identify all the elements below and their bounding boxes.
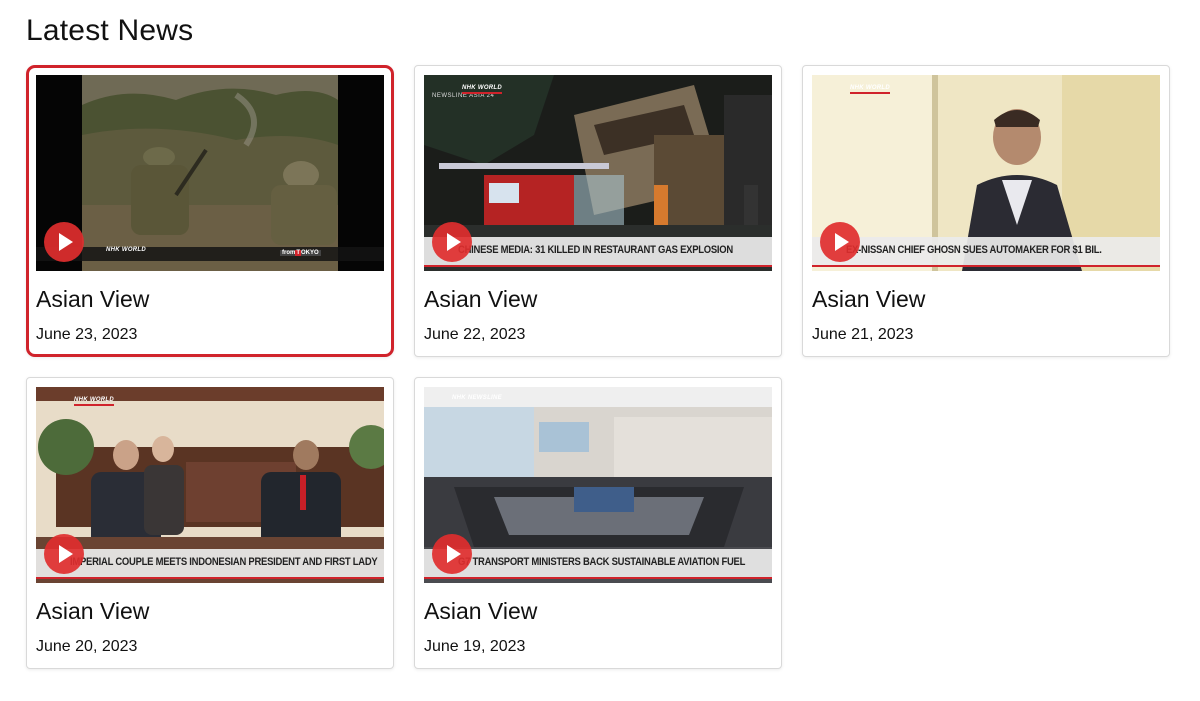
nhk-world-logo: NHK WORLD	[74, 397, 115, 406]
card-title[interactable]: Asian View	[424, 598, 537, 625]
caption-text: CHINESE MEDIA: 31 KILLED IN RESTAURANT G…	[458, 244, 733, 256]
caption-bar: G7 TRANSPORT MINISTERS BACK SUSTAINABLE …	[424, 549, 772, 579]
news-card[interactable]: NHK WORLD fromTOKYO Asian View June 23, …	[26, 65, 394, 357]
caption-bar: IMPERIAL COUPLE MEETS INDONESIAN PRESIDE…	[36, 549, 384, 579]
caption-bar: CHINESE MEDIA: 31 KILLED IN RESTAURANT G…	[424, 237, 772, 267]
play-icon[interactable]	[820, 222, 860, 262]
news-card[interactable]: NHK NEWSLINE G7 TRANSPORT MINISTERS BACK…	[414, 377, 782, 669]
caption-text: IMPERIAL COUPLE MEETS INDONESIAN PRESIDE…	[70, 556, 378, 568]
news-card[interactable]: NEWSLINE ASIA 24 NHK WORLD CHINESE MEDIA…	[414, 65, 782, 357]
page: Latest News NHK WORLD fromTOKYO Asian Vi…	[0, 0, 1200, 701]
nhk-world-logo: NHK WORLD	[850, 85, 891, 94]
card-date: June 20, 2023	[36, 638, 138, 655]
card-title[interactable]: Asian View	[812, 286, 925, 313]
caption-text: G7 TRANSPORT MINISTERS BACK SUSTAINABLE …	[458, 556, 746, 568]
card-title[interactable]: Asian View	[36, 286, 149, 313]
caption-bar: EX-NISSAN CHIEF GHOSN SUES AUTOMAKER FOR…	[812, 237, 1160, 267]
card-title[interactable]: Asian View	[424, 286, 537, 313]
card-date: June 22, 2023	[424, 326, 526, 343]
play-icon[interactable]	[44, 534, 84, 574]
nhk-world-logo: NHK WORLD	[106, 247, 147, 253]
card-date: June 21, 2023	[812, 326, 914, 343]
play-icon[interactable]	[432, 222, 472, 262]
video-thumbnail[interactable]: NHK NEWSLINE G7 TRANSPORT MINISTERS BACK…	[424, 387, 772, 583]
nhk-newsline-logo: NHK NEWSLINE	[452, 395, 502, 401]
video-thumbnail[interactable]: NHK WORLD EX-NISSAN CHIEF GHOSN SUES AUT…	[812, 75, 1160, 271]
video-thumbnail[interactable]: NHK WORLD fromTOKYO	[36, 75, 384, 271]
card-date: June 19, 2023	[424, 638, 526, 655]
nhk-world-logo: NHK WORLD	[462, 85, 503, 94]
news-card[interactable]: NHK WORLD IMPERIAL COUPLE MEETS INDONESI…	[26, 377, 394, 669]
news-grid: NHK WORLD fromTOKYO Asian View June 23, …	[26, 65, 1170, 669]
play-icon[interactable]	[432, 534, 472, 574]
broadcast-strip	[36, 247, 384, 261]
section-title: Latest News	[26, 14, 194, 47]
thumbnail-image	[36, 75, 384, 271]
video-thumbnail[interactable]: NEWSLINE ASIA 24 NHK WORLD CHINESE MEDIA…	[424, 75, 772, 271]
from-tokyo-tag: fromTOKYO	[280, 250, 321, 256]
card-date: June 23, 2023	[36, 326, 138, 343]
news-card[interactable]: NHK WORLD EX-NISSAN CHIEF GHOSN SUES AUT…	[802, 65, 1170, 357]
caption-text: EX-NISSAN CHIEF GHOSN SUES AUTOMAKER FOR…	[846, 244, 1102, 256]
video-thumbnail[interactable]: NHK WORLD IMPERIAL COUPLE MEETS INDONESI…	[36, 387, 384, 583]
card-title[interactable]: Asian View	[36, 598, 149, 625]
play-icon[interactable]	[44, 222, 84, 262]
